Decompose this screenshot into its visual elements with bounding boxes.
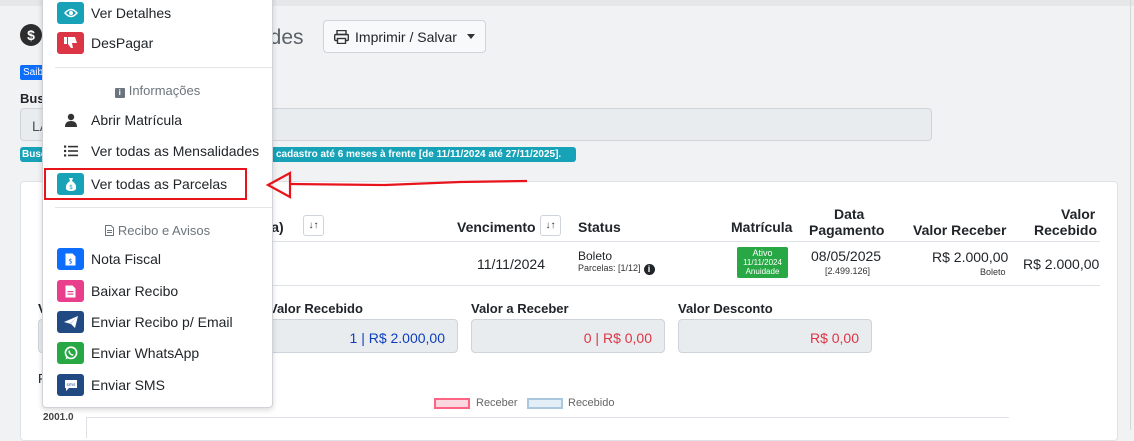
annotation-arrow — [265, 171, 528, 199]
